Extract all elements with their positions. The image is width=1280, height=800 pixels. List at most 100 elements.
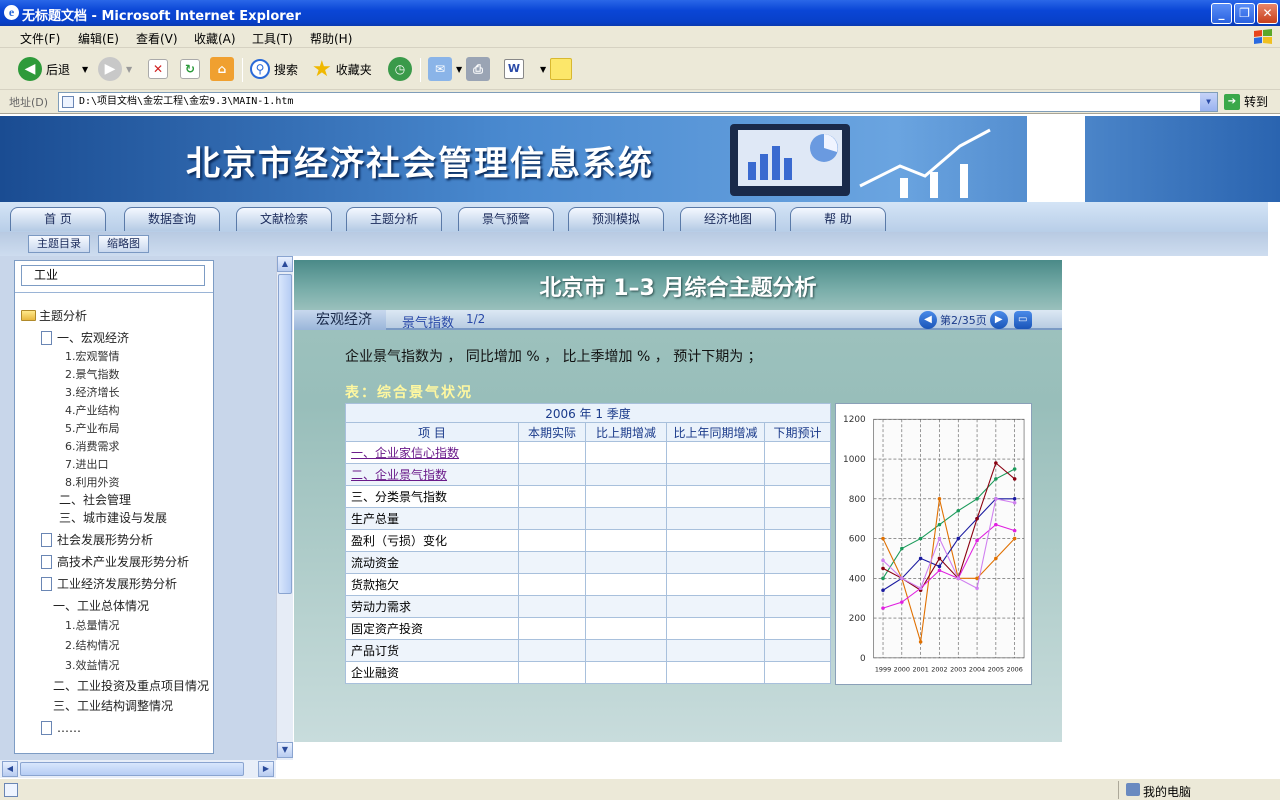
search-button[interactable]: ⚲ 搜索: [250, 56, 298, 82]
forward-arrow-icon: ▶: [98, 57, 122, 81]
tree-node[interactable]: 三、城市建设与发展: [59, 509, 167, 526]
tree-node[interactable]: 工业经济发展形势分析: [41, 575, 177, 592]
nav-tab-data-query[interactable]: 数据查询: [124, 207, 220, 231]
horizontal-scroll-thumb[interactable]: [20, 762, 244, 776]
horizontal-scrollbar[interactable]: ◀ ▶: [0, 760, 276, 778]
maximize-icon[interactable]: ❐: [1234, 3, 1255, 24]
tree-node[interactable]: ……: [41, 721, 81, 735]
table-row-label[interactable]: 一、企业家信心指数: [345, 441, 519, 464]
minimize-icon[interactable]: _: [1211, 3, 1232, 24]
menu-tools[interactable]: 工具(T): [252, 30, 293, 47]
window-title-bar[interactable]: e 无标题文档 - Microsoft Internet Explorer _ …: [0, 0, 1280, 26]
data-point: [1012, 497, 1017, 501]
menu-favorites[interactable]: 收藏(A): [194, 30, 236, 47]
address-input[interactable]: D:\项目文档\金宏工程\金宏9.3\MAIN-1.htm ▼: [58, 92, 1218, 112]
forward-button[interactable]: ▶ ▼: [98, 56, 132, 82]
subtab-thumbnail[interactable]: 缩略图: [98, 235, 149, 253]
scroll-right-icon[interactable]: ▶: [258, 761, 274, 777]
address-dropdown-icon[interactable]: ▼: [1200, 93, 1217, 111]
home-button[interactable]: ⌂: [210, 56, 238, 82]
table-cell: [764, 573, 831, 596]
banner-title: 北京市经济社会管理信息系统: [186, 144, 654, 184]
data-point: [937, 568, 942, 573]
tree-divider: [15, 292, 213, 293]
tree-node[interactable]: 一、工业总体情况: [53, 597, 149, 614]
tree-node[interactable]: 二、社会管理: [59, 491, 131, 508]
nav-tab-economic-map[interactable]: 经济地图: [680, 207, 776, 231]
favorites-button[interactable]: ★ 收藏夹: [312, 56, 372, 82]
tree-node[interactable]: 社会发展形势分析: [41, 531, 153, 548]
nav-tab-literature[interactable]: 文献检索: [236, 207, 332, 231]
table-row-label[interactable]: 二、企业景气指数: [345, 463, 519, 486]
tree-node[interactable]: 主题分析: [21, 307, 87, 324]
tree-node[interactable]: 2.景气指数: [65, 366, 120, 382]
scroll-down-icon[interactable]: ▼: [277, 742, 293, 758]
tree-node[interactable]: 3.经济增长: [65, 384, 120, 400]
scroll-up-icon[interactable]: ▲: [277, 256, 293, 272]
table-cell: [585, 661, 667, 684]
back-button[interactable]: ◀ 后退 ▼: [18, 56, 88, 82]
data-point: [881, 576, 885, 581]
nav-tab-topic-analysis[interactable]: 主题分析: [346, 207, 442, 231]
mail-button[interactable]: ✉ ▼: [428, 56, 462, 82]
menu-file[interactable]: 文件(F): [20, 30, 60, 47]
tab-prosperity-index[interactable]: 景气指数: [402, 312, 454, 331]
tree-node[interactable]: 8.利用外资: [65, 474, 120, 490]
data-point: [994, 477, 998, 481]
content-tabstrip: 宏观经济 景气指数 1/2 ◀ 第2/35页 ▶ ▭: [294, 310, 1062, 331]
tree-node[interactable]: 1.总量情况: [65, 617, 120, 633]
window-icon[interactable]: ▭: [1013, 311, 1032, 329]
go-button[interactable]: ➔ 转到: [1224, 93, 1268, 110]
data-point: [900, 600, 904, 604]
menu-edit[interactable]: 编辑(E): [78, 30, 119, 47]
tab-macro-economy[interactable]: 宏观经济: [294, 310, 386, 330]
content-header: 北京市 1–3 月综合主题分析: [294, 260, 1062, 310]
stop-button[interactable]: ✕: [148, 56, 172, 82]
refresh-button[interactable]: ↻: [180, 56, 204, 82]
x-tick-label: 2002: [931, 666, 947, 674]
tree-node[interactable]: 一、宏观经济: [41, 329, 129, 346]
data-point: [937, 522, 942, 527]
tree-node[interactable]: 6.消费需求: [65, 438, 120, 454]
menu-help[interactable]: 帮助(H): [310, 30, 352, 47]
prev-page-icon[interactable]: ◀: [919, 311, 937, 329]
tree-node[interactable]: 7.进出口: [65, 456, 109, 472]
nav-tab-forecast[interactable]: 预测模拟: [568, 207, 664, 231]
table-header: 本期实际: [518, 422, 586, 442]
vertical-scroll-thumb[interactable]: [278, 274, 292, 594]
tree-node[interactable]: 2.结构情况: [65, 637, 120, 653]
print-button[interactable]: ⎙: [466, 56, 494, 82]
tree-node[interactable]: 1.宏观警情: [65, 348, 120, 364]
tree-search-input[interactable]: 工业: [21, 265, 205, 286]
vertical-scrollbar[interactable]: ▲ ▼: [276, 256, 293, 760]
back-dropdown-icon[interactable]: ▼: [82, 65, 88, 74]
tree-node[interactable]: 4.产业结构: [65, 402, 120, 418]
next-page-icon[interactable]: ▶: [989, 311, 1008, 329]
tree-node[interactable]: 3.效益情况: [65, 657, 120, 673]
table-cell: [585, 507, 667, 530]
table-cell: [764, 661, 831, 684]
nav-tab-home[interactable]: 首 页: [10, 207, 106, 231]
close-icon[interactable]: ✕: [1257, 3, 1278, 24]
tree-node[interactable]: 三、工业结构调整情况: [53, 697, 173, 714]
table-row: 企业融资: [345, 661, 831, 684]
left-panel: 工业 主题分析 一、宏观经济 1.宏观警情 2.景气指数 3.经济增长 4.产业…: [0, 256, 276, 778]
edit-button[interactable]: W ▼: [504, 56, 546, 82]
tree-node[interactable]: 高技术产业发展形势分析: [41, 553, 189, 570]
data-point: [937, 564, 942, 569]
menu-view[interactable]: 查看(V): [136, 30, 178, 47]
nav-tab-help[interactable]: 帮 助: [790, 207, 886, 231]
scroll-left-icon[interactable]: ◀: [2, 761, 18, 777]
nav-tab-warning[interactable]: 景气预警: [458, 207, 554, 231]
status-bar: 我的电脑: [0, 778, 1280, 800]
subtab-topic-catalog[interactable]: 主题目录: [28, 235, 90, 253]
table-cell: [666, 529, 765, 552]
page-icon: [41, 533, 52, 547]
table-row-label: 产品订货: [345, 639, 519, 662]
discuss-button[interactable]: [550, 56, 576, 82]
tree-node[interactable]: 二、工业投资及重点项目情况: [53, 677, 209, 694]
history-button[interactable]: ◷: [388, 56, 416, 82]
tree-node[interactable]: 5.产业布局: [65, 420, 120, 436]
table-cell: [666, 485, 765, 508]
data-point: [900, 576, 904, 581]
